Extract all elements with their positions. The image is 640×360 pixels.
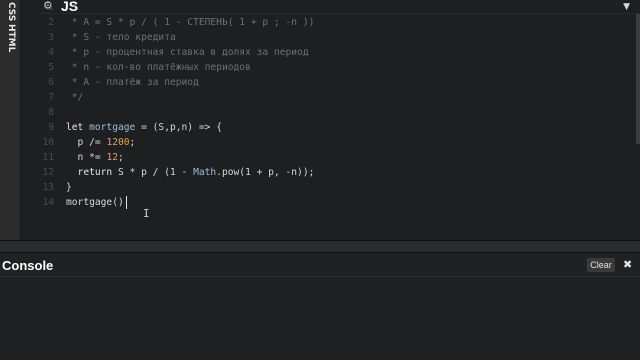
code-token: ;	[118, 152, 124, 163]
side-tab-strip: CSS HTML	[0, 0, 21, 240]
tab-html[interactable]: HTML	[1, 24, 20, 58]
code-line[interactable]: 1 *	[38, 0, 628, 15]
line-number: 3	[48, 32, 54, 43]
code-token: * p - процентная ставка в долях за перио…	[66, 47, 309, 58]
code-token: 1200	[106, 137, 130, 148]
code-text: * A = S * p / ( 1 - СТЕПЕНЬ( 1 + p ; -n …	[66, 15, 315, 30]
mouse-ibeam-cursor-icon: I	[143, 207, 150, 220]
line-number: 7	[48, 92, 54, 103]
code-text: return S * p / (1 - Math.pow(1 + p, -n))…	[66, 165, 315, 180]
code-line[interactable]: 8	[38, 105, 628, 120]
code-line[interactable]: 6 * A - платёж за период	[38, 75, 628, 90]
code-text: * p - процентная ставка в долях за перио…	[66, 45, 309, 60]
code-token: mortgage	[89, 122, 136, 133]
text-cursor	[126, 196, 127, 209]
code-token: 12	[106, 152, 118, 163]
code-token: let	[66, 122, 90, 133]
line-number: 4	[48, 47, 54, 58]
code-text: * S - тело кредита	[66, 30, 176, 45]
console-panel: Console Clear ✖	[0, 253, 640, 360]
close-icon[interactable]: ✖	[623, 257, 632, 272]
console-title: Console	[2, 258, 54, 273]
line-number: 2	[48, 17, 54, 28]
console-output[interactable]	[0, 278, 640, 360]
line-number: 10	[42, 137, 54, 148]
code-token: ;	[129, 137, 136, 148]
code-token: .pow(1 + p, -n));	[216, 167, 315, 178]
code-line[interactable]: 13}	[38, 180, 628, 195]
code-token: p /=	[66, 137, 107, 148]
console-header: Console Clear ✖	[0, 253, 640, 277]
code-token: * S - тело кредита	[66, 32, 176, 43]
code-text: * A - платёж за период	[66, 75, 199, 90]
panel-resize-divider[interactable]	[0, 240, 640, 253]
code-token: return	[66, 167, 118, 178]
code-text: mortgage()	[66, 195, 124, 210]
code-token: n *=	[66, 152, 107, 163]
code-token: * A - платёж за период	[66, 77, 199, 88]
code-line[interactable]: 10 p /= 1200;	[38, 135, 628, 150]
line-number: 11	[42, 152, 54, 163]
line-number: 6	[48, 77, 54, 88]
line-number: 8	[48, 107, 54, 118]
code-token: }	[66, 182, 72, 193]
line-number: 14	[42, 197, 54, 208]
code-line[interactable]: 2 * A = S * p / ( 1 - СТЕПЕНЬ( 1 + p ; -…	[38, 15, 628, 30]
code-text: */	[66, 90, 84, 105]
code-line[interactable]: 9 let mortgage = (S,p,n) => {	[38, 120, 628, 135]
code-line[interactable]: 4 * p - процентная ставка в долях за пер…	[38, 45, 628, 60]
code-line[interactable]: 11 n *= 12;	[38, 150, 628, 165]
code-text: *	[66, 0, 78, 15]
code-text: * n - кол-во платёжных периодов	[66, 60, 251, 75]
code-line[interactable]: 12 return S * p / (1 - Math.pow(1 + p, -…	[38, 165, 628, 180]
clear-button[interactable]: Clear	[587, 258, 615, 272]
code-token: * n - кол-во платёжных периодов	[66, 62, 251, 73]
code-token: * A = S * p / ( 1 - СТЕПЕНЬ( 1 + p ; -n …	[66, 17, 315, 28]
line-number: 13	[42, 182, 54, 193]
code-token: mortgage()	[66, 197, 124, 208]
line-number: 9	[48, 122, 54, 133]
js-panel: ⚙ JS ▼ 1 * 2 * A = S * p / ( 1 - СТЕПЕНЬ(…	[38, 0, 640, 240]
code-token: Math	[193, 167, 217, 178]
code-text: p /= 1200;	[66, 135, 136, 150]
code-line[interactable]: 7 */	[38, 90, 628, 105]
code-line[interactable]: 3 * S - тело кредита	[38, 30, 628, 45]
code-text: let mortgage = (S,p,n) => {	[66, 120, 222, 135]
code-token: */	[66, 92, 84, 103]
line-number: 12	[42, 167, 54, 178]
code-token: *	[66, 2, 78, 13]
code-token: = (S,p,n) => {	[135, 122, 222, 133]
editor-scrollbar[interactable]	[636, 14, 640, 144]
line-number: 5	[48, 62, 54, 73]
tab-css[interactable]: CSS	[1, 2, 20, 24]
code-token: S * p / (1 -	[117, 167, 194, 178]
code-line[interactable]: 5 * n - кол-во платёжных периодов	[38, 60, 628, 75]
code-editor[interactable]: 1 * 2 * A = S * p / ( 1 - СТЕПЕНЬ( 1 + p …	[38, 2, 640, 240]
code-text: }	[66, 180, 72, 195]
line-number: 1	[48, 2, 54, 13]
code-text: n *= 12;	[66, 150, 124, 165]
